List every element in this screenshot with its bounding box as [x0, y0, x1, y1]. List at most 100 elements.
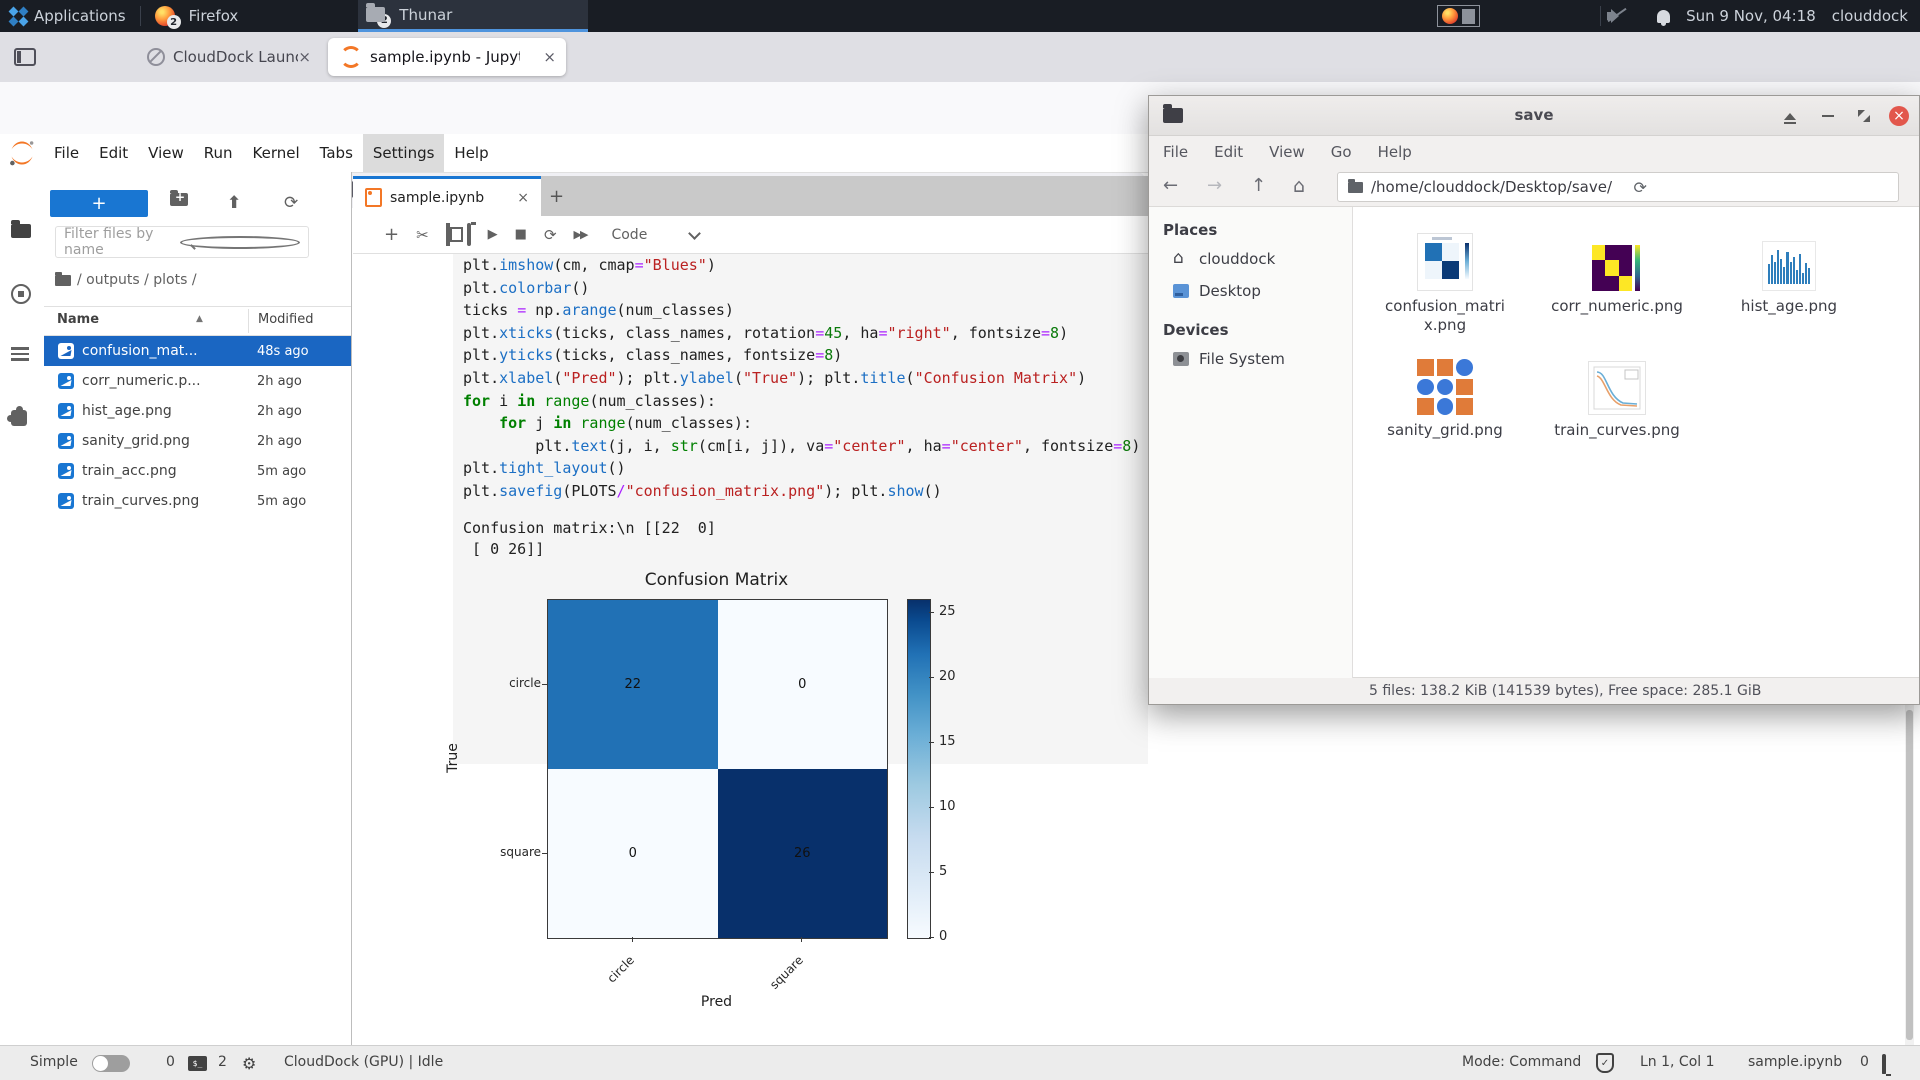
- jupyter-menu-view[interactable]: View: [138, 134, 194, 172]
- tab-close-icon[interactable]: ×: [543, 48, 556, 66]
- file-browser-tab-icon[interactable]: [11, 224, 31, 238]
- heatmap-cell: 0: [718, 600, 888, 769]
- jupyter-menu-help[interactable]: Help: [444, 134, 498, 172]
- run-all-icon[interactable]: ▶▶: [574, 228, 587, 241]
- file-row[interactable]: train_curves.png5m ago: [44, 486, 351, 516]
- reload-icon[interactable]: ⟳: [1634, 178, 1889, 197]
- shade-icon[interactable]: [1781, 107, 1799, 125]
- breadcrumb[interactable]: / outputs / plots /: [55, 272, 197, 288]
- browser-tab-clouddock[interactable]: CloudDock Launcher ×: [135, 38, 321, 76]
- file-list-header[interactable]: Name ▲ Modified: [44, 306, 351, 336]
- user-menu[interactable]: clouddock: [1824, 0, 1920, 32]
- bell-icon[interactable]: [1882, 1054, 1886, 1074]
- taskbar-firefox[interactable]: 2 Firefox: [147, 0, 247, 32]
- scrollbar-thumb[interactable]: [1906, 710, 1913, 1040]
- colorbar-tick-mark: [929, 807, 934, 808]
- up-icon[interactable]: ↑: [1251, 175, 1266, 196]
- tab-overview-icon[interactable]: [14, 48, 36, 66]
- column-name[interactable]: Name: [57, 312, 99, 327]
- thunar-file-item[interactable]: confusion_matrix.png: [1370, 225, 1520, 335]
- add-cell-icon[interactable]: +: [384, 224, 399, 245]
- refresh-icon[interactable]: ⟳: [284, 193, 298, 213]
- home-icon[interactable]: ⌂: [1293, 175, 1305, 197]
- simple-mode-toggle[interactable]: [92, 1055, 130, 1072]
- thunar-menu-go[interactable]: Go: [1331, 143, 1352, 161]
- colorbar-tick-mark: [929, 937, 934, 938]
- restart-icon[interactable]: ⟳: [544, 226, 557, 244]
- notebook-content[interactable]: plt.imshow(cm, cmap="Blues")plt.colorbar…: [353, 254, 1148, 1045]
- clouddock-tab-icon: [147, 48, 165, 66]
- panel-separator: [140, 6, 141, 26]
- kernel-count[interactable]: 2: [218, 1054, 227, 1070]
- terminal-count[interactable]: 0: [166, 1054, 175, 1070]
- new-folder-icon[interactable]: [170, 193, 188, 206]
- add-tab-icon[interactable]: +: [549, 186, 564, 207]
- table-of-contents-icon[interactable]: [11, 344, 29, 364]
- file-thumbnail-curves: [1542, 349, 1692, 415]
- paste-icon[interactable]: [467, 225, 471, 244]
- thunar-menu-help[interactable]: Help: [1378, 143, 1412, 161]
- thunar-menu-file[interactable]: File: [1163, 143, 1188, 161]
- clock[interactable]: Sun 9 Nov, 04:18: [1678, 0, 1824, 32]
- tray-app-icon[interactable]: [1462, 9, 1475, 24]
- panel-separator: [1600, 6, 1601, 26]
- tab-close-icon[interactable]: ×: [298, 48, 311, 66]
- thunar-titlebar[interactable]: save ×: [1149, 96, 1919, 136]
- command-mode-indicator[interactable]: Mode: Command: [1462, 1054, 1581, 1070]
- jupyter-menu-kernel[interactable]: Kernel: [243, 134, 310, 172]
- jupyter-menu-settings[interactable]: Settings: [363, 134, 445, 172]
- chart-colorbar: [907, 599, 931, 939]
- sidebar-item-file-system[interactable]: File System: [1149, 343, 1352, 375]
- copy-icon[interactable]: [446, 225, 450, 244]
- applications-menu[interactable]: Applications: [0, 0, 134, 32]
- file-row[interactable]: train_acc.png5m ago: [44, 456, 351, 486]
- notifications-bell-icon[interactable]: [1649, 0, 1678, 32]
- upload-icon[interactable]: ⬆: [227, 193, 241, 213]
- file-row[interactable]: confusion_mat...48s ago: [44, 336, 351, 366]
- new-launcher-button[interactable]: +: [50, 190, 148, 217]
- thunar-menu-view[interactable]: View: [1269, 143, 1305, 161]
- stop-icon[interactable]: ■: [515, 227, 527, 242]
- browser-tab-jupyter[interactable]: sample.ipynb - Jupyter ×: [328, 38, 566, 76]
- restore-icon[interactable]: [1855, 107, 1873, 125]
- thunar-file-item[interactable]: train_curves.png: [1542, 349, 1692, 440]
- system-tray[interactable]: [1437, 5, 1480, 27]
- column-modified[interactable]: Modified: [258, 312, 313, 327]
- cell-type-select[interactable]: Code: [611, 227, 647, 243]
- thunar-file-pane[interactable]: confusion_matrix.pngcorr_numeric.pnghist…: [1353, 207, 1919, 678]
- file-row[interactable]: sanity_grid.png2h ago: [44, 426, 351, 456]
- forward-icon[interactable]: →: [1207, 175, 1222, 196]
- jupyter-menu-file[interactable]: File: [44, 134, 89, 172]
- tab-close-icon[interactable]: ×: [517, 190, 529, 206]
- cursor-position[interactable]: Ln 1, Col 1: [1640, 1054, 1715, 1070]
- filter-files-input[interactable]: Filter files by name: [55, 226, 309, 258]
- jupyter-menu-tabs[interactable]: Tabs: [310, 134, 363, 172]
- file-row[interactable]: hist_age.png2h ago: [44, 396, 351, 426]
- thunar-file-item[interactable]: sanity_grid.png: [1370, 349, 1520, 440]
- extension-manager-icon[interactable]: [11, 410, 27, 426]
- running-sessions-icon[interactable]: [11, 284, 31, 304]
- cut-icon[interactable]: ✂: [416, 226, 429, 244]
- minimize-icon[interactable]: [1819, 107, 1837, 125]
- taskbar-thunar[interactable]: 2 Thunar: [358, 0, 588, 32]
- thunar-file-item[interactable]: corr_numeric.png: [1542, 225, 1692, 316]
- path-bar[interactable]: /home/clouddock/Desktop/save/ ⟳: [1337, 172, 1899, 202]
- notebook-tab[interactable]: sample.ipynb ×: [353, 176, 541, 216]
- file-row[interactable]: corr_numeric.p...2h ago: [44, 366, 351, 396]
- notification-count[interactable]: 0: [1860, 1054, 1869, 1070]
- sidebar-item-clouddock[interactable]: ⌂clouddock: [1149, 243, 1352, 275]
- close-icon[interactable]: ×: [1889, 106, 1909, 126]
- sidebar-item-desktop[interactable]: Desktop: [1149, 275, 1352, 307]
- image-file-icon: [58, 463, 74, 479]
- run-icon[interactable]: ▶: [488, 227, 498, 242]
- back-icon[interactable]: ←: [1163, 175, 1178, 196]
- gear-icon[interactable]: ⚙: [242, 1054, 256, 1073]
- kernel-status[interactable]: CloudDock (GPU) | Idle: [284, 1054, 443, 1070]
- jupyter-menu-edit[interactable]: Edit: [89, 134, 138, 172]
- thunar-menu-edit[interactable]: Edit: [1214, 143, 1243, 161]
- image-file-icon: [58, 343, 74, 359]
- audio-muted-icon[interactable]: [1607, 8, 1649, 24]
- thunar-file-item[interactable]: hist_age.png: [1714, 225, 1864, 316]
- jupyter-menu-run[interactable]: Run: [194, 134, 243, 172]
- tray-firefox-icon[interactable]: [1442, 8, 1458, 24]
